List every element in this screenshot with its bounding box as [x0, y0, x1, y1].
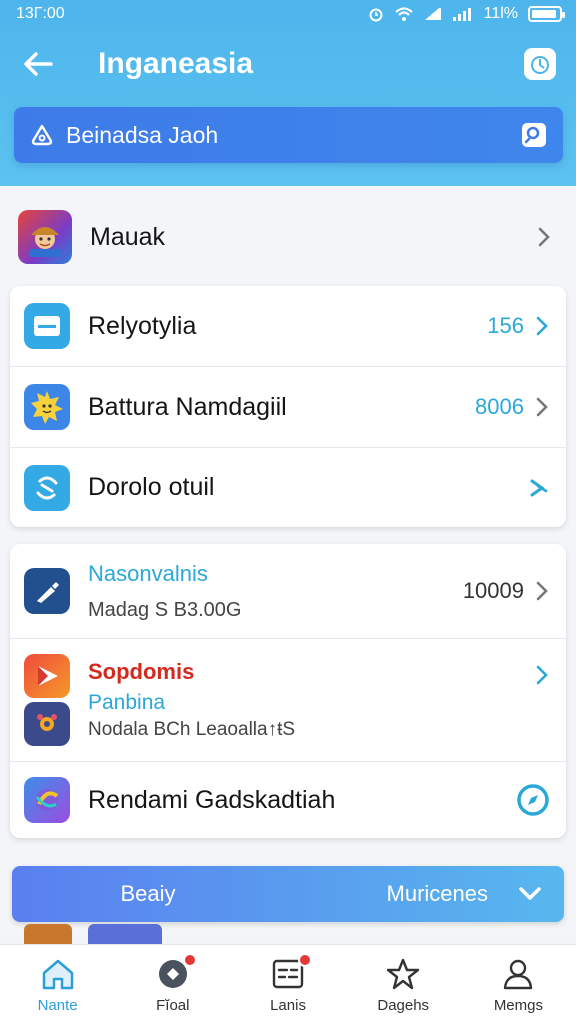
list-item-label: Relyotylia — [88, 311, 197, 340]
page-title: Inganeasia — [98, 47, 254, 80]
list-item-label: Mauak — [90, 222, 166, 251]
colorful-ball-icon — [24, 777, 70, 823]
play-icon — [24, 654, 70, 698]
notification-badge — [183, 953, 198, 967]
status-time: 13Г:00 — [16, 5, 65, 22]
search-icon[interactable] — [521, 122, 547, 148]
list-item-detail: Nodala BCh Leaoalla↑ŧS — [88, 719, 296, 740]
pen-icon — [24, 568, 70, 614]
list-item-label: Rendami Gadskadtiah — [88, 785, 336, 814]
home-icon — [42, 959, 73, 990]
arrow-left-icon — [24, 52, 53, 76]
location-icon — [31, 124, 53, 146]
sun-face-icon — [24, 384, 70, 430]
chevron-right-icon — [536, 226, 552, 248]
nav-label: Fĭoal — [156, 997, 190, 1014]
nav-label: Dagehs — [377, 997, 430, 1014]
chevron-right-icon — [534, 315, 550, 337]
nav-label: Nante — [37, 997, 78, 1014]
list-item-value: 10009 — [462, 578, 524, 603]
back-button[interactable] — [20, 46, 56, 82]
timer-button[interactable] — [524, 48, 556, 80]
list-item-subtitle: Panbina — [88, 691, 166, 714]
alarm-icon — [369, 8, 383, 22]
nav-label: Lanis — [270, 997, 306, 1014]
list-item-value: 8006 — [475, 394, 524, 419]
timer-icon — [531, 56, 549, 74]
top-bar: Inganeasia — [0, 36, 576, 92]
notification-badge — [298, 953, 313, 967]
list-item-r6[interactable]: Rendami Gadskadtiah — [10, 761, 566, 838]
settings-card-1: Relyotylia 156 Battura Namdagiil 8006 Do… — [10, 286, 566, 527]
list-item-value: 156 — [487, 313, 524, 338]
settings-card-2: Nasonvalnis Madag S B3.00G 10009 Sopdomi… — [10, 544, 566, 838]
person-icon — [504, 959, 533, 990]
chevron-right-icon — [534, 580, 550, 602]
list-item-r1[interactable]: Relyotylia 156 — [10, 286, 566, 366]
compass-icon — [516, 783, 550, 817]
chevron-right-icon — [534, 664, 550, 686]
list-item-r2[interactable]: Battura Namdagiil 8006 — [10, 366, 566, 447]
wifi-icon — [394, 7, 413, 21]
share-arrow-icon — [528, 477, 550, 499]
nav-item-chat[interactable]: Fĭoal — [115, 945, 230, 1024]
status-bar: 13Г:00 11l% — [0, 0, 576, 28]
banner-button[interactable]: Beaiy Muricenes — [12, 866, 564, 922]
list-item-title: Nasonvalnis — [88, 560, 208, 586]
search-bar[interactable]: Beinadsa Jaoh — [14, 107, 563, 163]
nav-label: Memgs — [493, 997, 543, 1014]
list-item-label: Dorolo otuil — [88, 473, 215, 501]
nav-item-star[interactable]: Dagehs — [346, 945, 461, 1024]
list-item-title: Sopdomis — [88, 659, 195, 684]
search-text: Beinadsa Jaoh — [66, 121, 219, 148]
chevron-down-icon[interactable] — [518, 886, 542, 902]
list-item-r5[interactable]: Sopdomis Panbina Nodala BCh Leaoalla↑ŧS — [10, 638, 566, 761]
battery-percent: 11l% — [483, 5, 518, 22]
bottom-nav: Nante Fĭoal Lanis Dagehs Memgs — [0, 944, 576, 1024]
peek-app-icon-1 — [24, 924, 72, 944]
nav-item-home[interactable]: Nante — [0, 945, 115, 1024]
card-icon — [24, 303, 70, 349]
banner-right-label: Muricenes — [386, 881, 488, 906]
nav-item-list[interactable]: Lanis — [230, 945, 345, 1024]
battery-icon — [528, 6, 565, 22]
list-item-label: Battura Namdagiil — [88, 392, 287, 421]
flower-icon — [24, 702, 70, 746]
banner-left-label: Beaiy — [120, 881, 176, 906]
list-item-r4[interactable]: Nasonvalnis Madag S B3.00G 10009 — [10, 544, 566, 638]
list-item-top[interactable]: Mauak — [0, 196, 576, 278]
game-avatar-icon — [18, 210, 72, 264]
list-item-subtitle: Madag S B3.00G — [88, 598, 242, 621]
network-icon — [452, 8, 471, 21]
chevron-right-icon — [534, 396, 550, 418]
list-item-r3[interactable]: Dorolo otuil — [10, 447, 566, 527]
star-icon — [387, 958, 420, 990]
peek-app-icon-2 — [88, 924, 162, 944]
nav-item-profile[interactable]: Memgs — [461, 945, 576, 1024]
signal-icon — [424, 8, 441, 20]
sync-icon — [24, 464, 70, 511]
